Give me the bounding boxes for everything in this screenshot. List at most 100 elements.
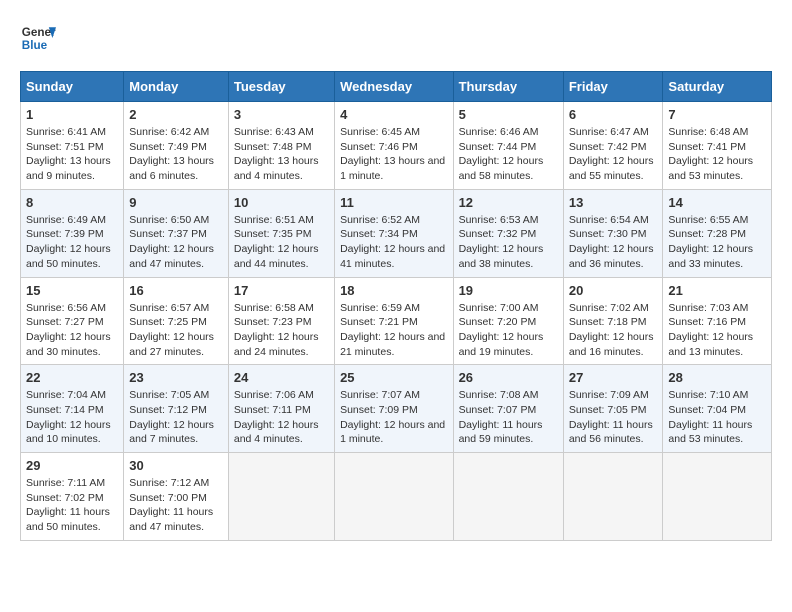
cell-content: Sunrise: 7:11 AMSunset: 7:02 PMDaylight:… <box>26 477 110 533</box>
calendar-cell <box>335 453 453 541</box>
calendar-cell: 15 Sunrise: 6:56 AMSunset: 7:27 PMDaylig… <box>21 277 124 365</box>
cell-content: Sunrise: 6:47 AMSunset: 7:42 PMDaylight:… <box>569 126 654 182</box>
calendar-cell: 12 Sunrise: 6:53 AMSunset: 7:32 PMDaylig… <box>453 189 563 277</box>
calendar-cell: 13 Sunrise: 6:54 AMSunset: 7:30 PMDaylig… <box>563 189 663 277</box>
cell-content: Sunrise: 6:52 AMSunset: 7:34 PMDaylight:… <box>340 214 445 270</box>
calendar-cell: 7 Sunrise: 6:48 AMSunset: 7:41 PMDayligh… <box>663 102 772 190</box>
cell-content: Sunrise: 7:04 AMSunset: 7:14 PMDaylight:… <box>26 389 111 445</box>
calendar-cell: 21 Sunrise: 7:03 AMSunset: 7:16 PMDaylig… <box>663 277 772 365</box>
day-number: 7 <box>668 107 766 122</box>
calendar-cell: 5 Sunrise: 6:46 AMSunset: 7:44 PMDayligh… <box>453 102 563 190</box>
day-number: 21 <box>668 283 766 298</box>
day-number: 20 <box>569 283 658 298</box>
cell-content: Sunrise: 6:58 AMSunset: 7:23 PMDaylight:… <box>234 302 319 358</box>
cell-content: Sunrise: 7:00 AMSunset: 7:20 PMDaylight:… <box>459 302 544 358</box>
calendar-cell: 25 Sunrise: 7:07 AMSunset: 7:09 PMDaylig… <box>335 365 453 453</box>
cell-content: Sunrise: 6:49 AMSunset: 7:39 PMDaylight:… <box>26 214 111 270</box>
cell-content: Sunrise: 6:48 AMSunset: 7:41 PMDaylight:… <box>668 126 753 182</box>
cell-content: Sunrise: 7:05 AMSunset: 7:12 PMDaylight:… <box>129 389 214 445</box>
week-row: 29 Sunrise: 7:11 AMSunset: 7:02 PMDaylig… <box>21 453 772 541</box>
calendar-cell <box>453 453 563 541</box>
cell-content: Sunrise: 6:55 AMSunset: 7:28 PMDaylight:… <box>668 214 753 270</box>
day-number: 11 <box>340 195 447 210</box>
day-number: 16 <box>129 283 223 298</box>
calendar-cell: 9 Sunrise: 6:50 AMSunset: 7:37 PMDayligh… <box>124 189 229 277</box>
cell-content: Sunrise: 7:10 AMSunset: 7:04 PMDaylight:… <box>668 389 752 445</box>
cell-content: Sunrise: 6:50 AMSunset: 7:37 PMDaylight:… <box>129 214 214 270</box>
day-number: 1 <box>26 107 118 122</box>
calendar-cell <box>663 453 772 541</box>
calendar-cell: 3 Sunrise: 6:43 AMSunset: 7:48 PMDayligh… <box>228 102 334 190</box>
day-number: 15 <box>26 283 118 298</box>
calendar-cell <box>228 453 334 541</box>
svg-text:Blue: Blue <box>22 39 48 52</box>
cell-content: Sunrise: 7:08 AMSunset: 7:07 PMDaylight:… <box>459 389 543 445</box>
day-number: 3 <box>234 107 329 122</box>
page-header: General Blue <box>20 20 772 56</box>
calendar-cell: 2 Sunrise: 6:42 AMSunset: 7:49 PMDayligh… <box>124 102 229 190</box>
day-number: 25 <box>340 370 447 385</box>
calendar-cell: 17 Sunrise: 6:58 AMSunset: 7:23 PMDaylig… <box>228 277 334 365</box>
cell-content: Sunrise: 7:07 AMSunset: 7:09 PMDaylight:… <box>340 389 445 445</box>
day-number: 19 <box>459 283 558 298</box>
week-row: 15 Sunrise: 6:56 AMSunset: 7:27 PMDaylig… <box>21 277 772 365</box>
calendar-cell: 14 Sunrise: 6:55 AMSunset: 7:28 PMDaylig… <box>663 189 772 277</box>
week-row: 8 Sunrise: 6:49 AMSunset: 7:39 PMDayligh… <box>21 189 772 277</box>
calendar-cell: 30 Sunrise: 7:12 AMSunset: 7:00 PMDaylig… <box>124 453 229 541</box>
day-number: 6 <box>569 107 658 122</box>
day-number: 12 <box>459 195 558 210</box>
day-header-friday: Friday <box>563 72 663 102</box>
day-header-sunday: Sunday <box>21 72 124 102</box>
day-number: 24 <box>234 370 329 385</box>
calendar-cell: 8 Sunrise: 6:49 AMSunset: 7:39 PMDayligh… <box>21 189 124 277</box>
calendar-cell: 24 Sunrise: 7:06 AMSunset: 7:11 PMDaylig… <box>228 365 334 453</box>
header-row: SundayMondayTuesdayWednesdayThursdayFrid… <box>21 72 772 102</box>
calendar-cell: 28 Sunrise: 7:10 AMSunset: 7:04 PMDaylig… <box>663 365 772 453</box>
cell-content: Sunrise: 6:57 AMSunset: 7:25 PMDaylight:… <box>129 302 214 358</box>
logo-icon: General Blue <box>20 20 56 56</box>
cell-content: Sunrise: 6:56 AMSunset: 7:27 PMDaylight:… <box>26 302 111 358</box>
cell-content: Sunrise: 6:51 AMSunset: 7:35 PMDaylight:… <box>234 214 319 270</box>
calendar-cell: 16 Sunrise: 6:57 AMSunset: 7:25 PMDaylig… <box>124 277 229 365</box>
day-header-tuesday: Tuesday <box>228 72 334 102</box>
day-number: 30 <box>129 458 223 473</box>
cell-content: Sunrise: 6:43 AMSunset: 7:48 PMDaylight:… <box>234 126 319 182</box>
day-number: 13 <box>569 195 658 210</box>
day-number: 17 <box>234 283 329 298</box>
cell-content: Sunrise: 6:59 AMSunset: 7:21 PMDaylight:… <box>340 302 445 358</box>
day-number: 10 <box>234 195 329 210</box>
cell-content: Sunrise: 7:06 AMSunset: 7:11 PMDaylight:… <box>234 389 319 445</box>
week-row: 1 Sunrise: 6:41 AMSunset: 7:51 PMDayligh… <box>21 102 772 190</box>
calendar-cell: 22 Sunrise: 7:04 AMSunset: 7:14 PMDaylig… <box>21 365 124 453</box>
cell-content: Sunrise: 6:42 AMSunset: 7:49 PMDaylight:… <box>129 126 214 182</box>
cell-content: Sunrise: 7:03 AMSunset: 7:16 PMDaylight:… <box>668 302 753 358</box>
calendar-cell: 6 Sunrise: 6:47 AMSunset: 7:42 PMDayligh… <box>563 102 663 190</box>
cell-content: Sunrise: 6:54 AMSunset: 7:30 PMDaylight:… <box>569 214 654 270</box>
day-number: 9 <box>129 195 223 210</box>
day-number: 18 <box>340 283 447 298</box>
day-number: 8 <box>26 195 118 210</box>
cell-content: Sunrise: 7:02 AMSunset: 7:18 PMDaylight:… <box>569 302 654 358</box>
day-number: 26 <box>459 370 558 385</box>
day-header-thursday: Thursday <box>453 72 563 102</box>
day-number: 23 <box>129 370 223 385</box>
day-number: 29 <box>26 458 118 473</box>
calendar-table: SundayMondayTuesdayWednesdayThursdayFrid… <box>20 71 772 541</box>
day-header-saturday: Saturday <box>663 72 772 102</box>
cell-content: Sunrise: 6:46 AMSunset: 7:44 PMDaylight:… <box>459 126 544 182</box>
cell-content: Sunrise: 7:09 AMSunset: 7:05 PMDaylight:… <box>569 389 653 445</box>
calendar-cell: 18 Sunrise: 6:59 AMSunset: 7:21 PMDaylig… <box>335 277 453 365</box>
calendar-cell: 23 Sunrise: 7:05 AMSunset: 7:12 PMDaylig… <box>124 365 229 453</box>
calendar-cell: 11 Sunrise: 6:52 AMSunset: 7:34 PMDaylig… <box>335 189 453 277</box>
day-number: 5 <box>459 107 558 122</box>
calendar-cell: 19 Sunrise: 7:00 AMSunset: 7:20 PMDaylig… <box>453 277 563 365</box>
calendar-cell: 29 Sunrise: 7:11 AMSunset: 7:02 PMDaylig… <box>21 453 124 541</box>
day-header-wednesday: Wednesday <box>335 72 453 102</box>
calendar-cell: 10 Sunrise: 6:51 AMSunset: 7:35 PMDaylig… <box>228 189 334 277</box>
calendar-cell: 4 Sunrise: 6:45 AMSunset: 7:46 PMDayligh… <box>335 102 453 190</box>
day-number: 22 <box>26 370 118 385</box>
cell-content: Sunrise: 7:12 AMSunset: 7:00 PMDaylight:… <box>129 477 213 533</box>
cell-content: Sunrise: 6:41 AMSunset: 7:51 PMDaylight:… <box>26 126 111 182</box>
cell-content: Sunrise: 6:53 AMSunset: 7:32 PMDaylight:… <box>459 214 544 270</box>
calendar-cell: 20 Sunrise: 7:02 AMSunset: 7:18 PMDaylig… <box>563 277 663 365</box>
